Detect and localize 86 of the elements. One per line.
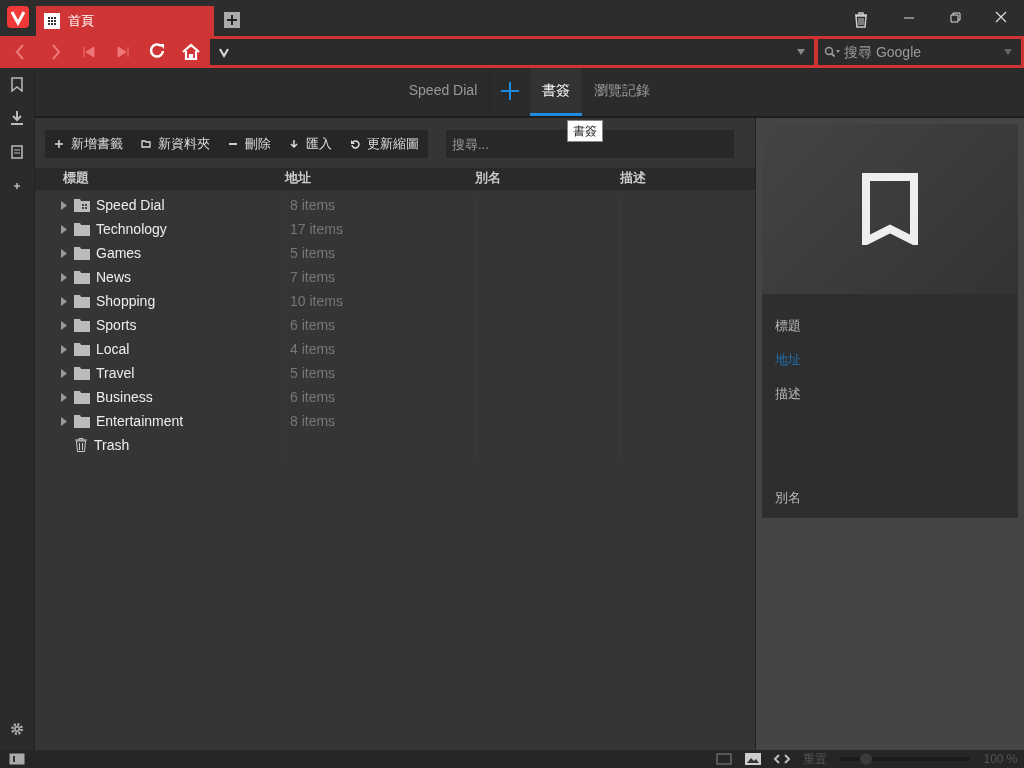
expand-arrow-icon[interactable] — [61, 200, 67, 210]
dropdown-icon — [796, 48, 806, 56]
download-icon[interactable] — [9, 110, 25, 126]
expand-arrow-icon[interactable] — [61, 248, 67, 258]
panel-tab[interactable]: 瀏覽記錄 — [582, 68, 663, 116]
column-header[interactable]: 描述 — [620, 170, 646, 185]
expand-arrow-icon[interactable] — [61, 416, 67, 426]
bookmark-title[interactable]: Games — [96, 242, 142, 264]
folder-icon — [73, 270, 90, 285]
item-count: 8 items — [290, 413, 336, 430]
toolbar-button[interactable]: 更新縮圖 — [341, 130, 428, 158]
grid-icon — [44, 13, 60, 29]
down-arrow-icon — [289, 139, 299, 149]
folder-icon — [73, 198, 90, 213]
bookmark-title[interactable]: Sports — [96, 314, 137, 336]
toolbar-button[interactable]: 新資料夾 — [132, 130, 219, 158]
search-field[interactable]: 搜尋 Google — [818, 39, 1021, 65]
trash-icon — [73, 438, 88, 453]
zoom-slider-thumb[interactable] — [860, 753, 873, 765]
restore-icon[interactable] — [948, 10, 962, 24]
plus-icon — [54, 139, 64, 149]
bookmark-icon — [862, 173, 918, 245]
item-count: 7 items — [290, 269, 336, 286]
trash-icon[interactable] — [854, 12, 868, 28]
expand-arrow-icon[interactable] — [61, 320, 67, 330]
expand-arrow-icon[interactable] — [61, 344, 67, 354]
column-header[interactable]: 標題 — [63, 170, 89, 185]
refresh-icon — [350, 139, 360, 149]
bookmark-title[interactable]: News — [96, 266, 131, 288]
item-count: 6 items — [290, 317, 336, 334]
bookmark-title[interactable]: Trash — [94, 434, 130, 456]
item-count: 17 items — [290, 221, 343, 238]
folder-icon — [73, 366, 90, 381]
folder-icon — [73, 414, 90, 429]
logo-icon[interactable] — [7, 6, 29, 28]
expand-arrow-icon[interactable] — [61, 368, 67, 378]
folder-icon — [73, 342, 90, 357]
bookmark-title[interactable]: Travel — [96, 362, 135, 384]
folder-icon — [73, 294, 90, 309]
panel-tab[interactable]: 書簽 — [530, 68, 583, 116]
search-icon — [824, 46, 840, 58]
expand-arrow-icon[interactable] — [61, 272, 67, 282]
expand-arrow-icon[interactable] — [61, 224, 67, 234]
browser-tab[interactable]: 首頁 — [36, 6, 214, 36]
settings-icon[interactable] — [10, 722, 24, 736]
notes-icon[interactable] — [9, 144, 25, 160]
home-icon — [181, 42, 201, 62]
folder-icon — [141, 139, 151, 149]
field-label[interactable]: 描述 — [775, 384, 801, 404]
field-label[interactable]: 標題 — [775, 316, 801, 336]
expand-arrow-icon[interactable] — [61, 392, 67, 402]
close-icon[interactable] — [994, 10, 1008, 24]
field-label[interactable]: 別名 — [775, 488, 801, 508]
item-count: 4 items — [290, 341, 336, 358]
toolbar-button[interactable]: 新增書籤 — [45, 130, 132, 158]
image-icon[interactable] — [745, 753, 762, 765]
bookmark-title[interactable]: Local — [96, 338, 130, 360]
expand-arrow-icon[interactable] — [61, 296, 67, 306]
item-count: 5 items — [290, 245, 336, 262]
toolbar-button[interactable]: 匯入 — [280, 130, 341, 158]
panel-toggle-icon[interactable] — [9, 753, 25, 765]
column-header[interactable]: 地址 — [285, 170, 311, 185]
bookmark-title[interactable]: Technology — [96, 218, 167, 240]
tooltip: 書簽 — [567, 120, 603, 142]
bookmark-title[interactable]: Business — [96, 386, 153, 408]
new-tab-icon[interactable] — [224, 12, 240, 28]
dropdown-icon — [1003, 48, 1013, 56]
toolbar-button[interactable]: 刪除 — [219, 130, 280, 158]
bookmark-icon[interactable] — [9, 76, 25, 92]
item-count: 8 items — [290, 197, 336, 214]
panel-tab[interactable]: Speed Dial — [396, 68, 490, 116]
bookmark-title[interactable]: Entertainment — [96, 410, 184, 432]
folder-icon — [73, 222, 90, 237]
code-icon[interactable] — [774, 753, 791, 765]
folder-icon — [73, 390, 90, 405]
bookmark-title[interactable]: Shopping — [96, 290, 156, 312]
bookmark-title[interactable]: Speed Dial — [96, 194, 165, 216]
item-count: 5 items — [290, 365, 336, 382]
item-count: 6 items — [290, 389, 336, 406]
address-field[interactable] — [210, 39, 814, 65]
site-icon — [218, 46, 230, 58]
folder-icon — [73, 318, 90, 333]
item-count: 10 items — [290, 293, 343, 310]
plus-icon — [500, 81, 521, 102]
column-header[interactable]: 別名 — [475, 170, 501, 185]
folder-icon — [73, 246, 90, 261]
